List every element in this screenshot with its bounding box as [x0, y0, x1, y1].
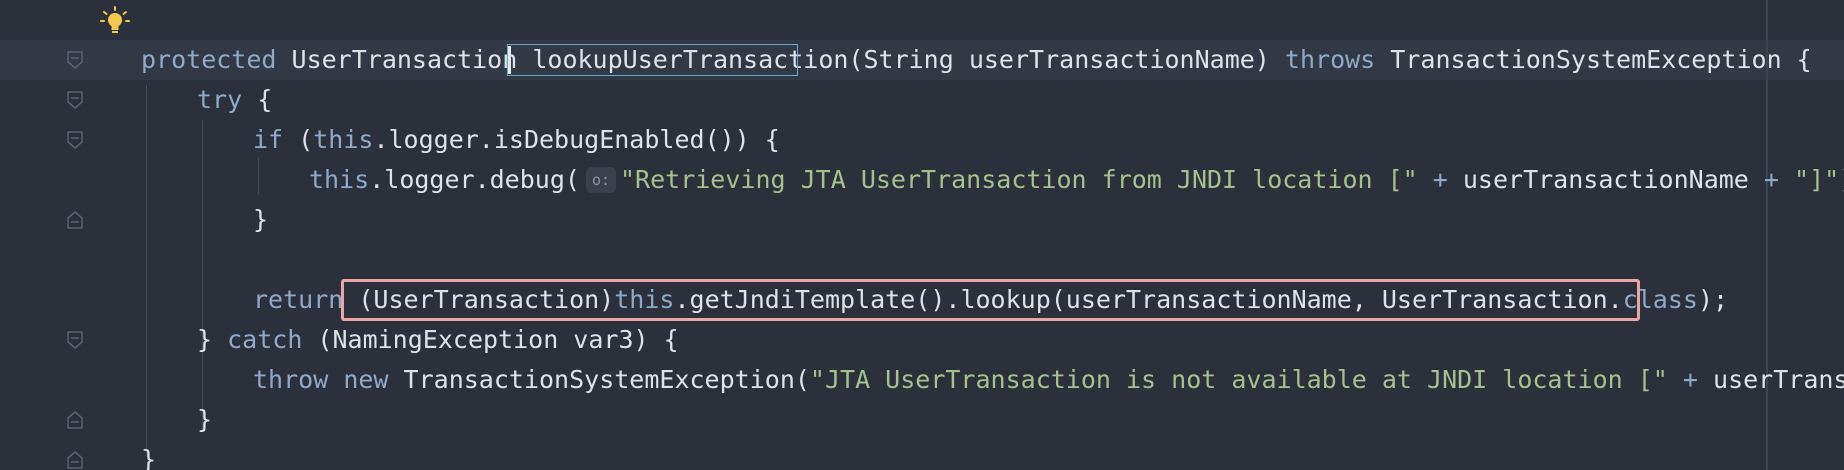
variable-name: userTransactionName [1462, 165, 1749, 194]
selection-highlight-box [341, 279, 1640, 321]
code-text: ); [1839, 165, 1844, 194]
code-text: ); [1697, 285, 1729, 314]
keyword-try: try [197, 85, 243, 114]
keyword-this: this [309, 165, 370, 194]
code-text: .logger.debug( [369, 165, 580, 194]
code-text: .logger.isDebugEnabled()) { [373, 125, 780, 154]
code-text: { [242, 85, 273, 114]
parameter-list: (String userTransactionName) [848, 45, 1285, 74]
code-line[interactable]: this.logger.debug(o: "Retrieving JTA User… [309, 160, 1844, 200]
string-literal: "]" [1794, 165, 1840, 194]
indent-guide [258, 158, 259, 194]
code-text: TransactionSystemException( [388, 365, 810, 394]
closing-brace: } [197, 405, 213, 434]
code-line[interactable]: } [197, 400, 212, 440]
closing-brace: } [197, 325, 228, 354]
keyword-catch: catch [227, 325, 303, 354]
keyword-this: this [313, 125, 374, 154]
code-text: (NamingException var3) { [302, 325, 679, 354]
fold-end-marker-icon[interactable] [67, 211, 83, 229]
indent-guide [146, 85, 147, 455]
keyword-throws: throws [1284, 45, 1376, 74]
fold-marker-icon[interactable] [67, 91, 83, 109]
fold-end-marker-icon[interactable] [67, 411, 83, 429]
fold-marker-icon[interactable] [67, 331, 83, 349]
fold-marker-icon[interactable] [67, 51, 83, 69]
keyword-if: if [253, 125, 284, 154]
identifier-highlight-box [507, 44, 798, 76]
code-editor[interactable]: protected UserTransaction lookupUserTran… [0, 0, 1844, 470]
lightbulb-icon[interactable] [100, 6, 130, 36]
code-line[interactable]: } [253, 200, 268, 240]
string-literal: "Retrieving JTA UserTransaction from JND… [620, 165, 1418, 194]
operator-plus: + [1417, 165, 1463, 194]
text-caret [508, 46, 511, 74]
code-text: ( [283, 125, 314, 154]
keyword-throw: throw [253, 365, 329, 394]
code-line[interactable]: protected UserTransaction lookupUserTran… [141, 40, 1812, 80]
operator-plus: + [1748, 165, 1795, 194]
closing-brace: } [141, 445, 157, 470]
closing-brace: } [253, 205, 269, 234]
variable-name: userTransactionNa [1713, 365, 1844, 394]
code-line[interactable]: } catch (NamingException var3) { [197, 320, 679, 360]
string-literal: "JTA UserTransaction is not available at… [809, 365, 1668, 394]
parameter-hint: o: [585, 167, 616, 193]
keyword-new: new [343, 365, 389, 394]
code-line[interactable]: } [141, 440, 156, 470]
keyword-protected: protected [141, 45, 277, 74]
fold-marker-icon[interactable] [67, 131, 83, 149]
code-line[interactable]: throw new TransactionSystemException("JT… [253, 360, 1844, 400]
fold-end-marker-icon[interactable] [67, 451, 83, 469]
code-line[interactable]: try { [197, 80, 272, 120]
return-type: UserTransaction [276, 45, 533, 74]
keyword-return: return [253, 285, 344, 314]
code-line[interactable]: if (this.logger.isDebugEnabled()) { [253, 120, 780, 160]
exception-type: TransactionSystemException { [1375, 45, 1812, 74]
indent-guide [202, 120, 203, 430]
operator-plus: + [1667, 365, 1714, 394]
